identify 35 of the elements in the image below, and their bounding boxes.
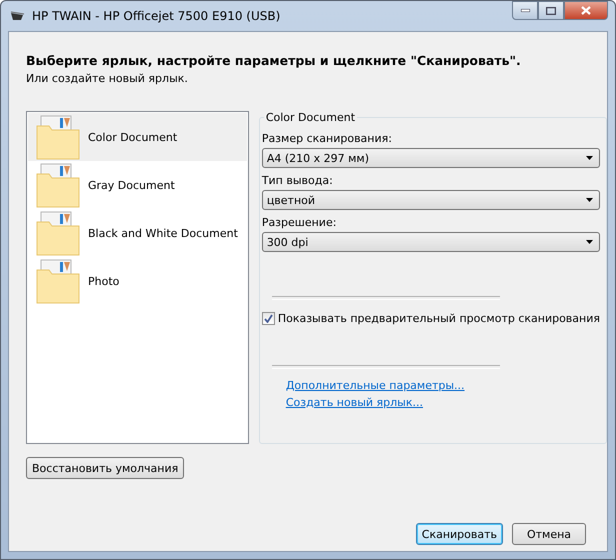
checkbox[interactable]: [262, 312, 275, 325]
dialog-button[interactable]: Сканировать: [416, 523, 503, 545]
link[interactable]: Создать новый ярлык...: [286, 396, 423, 409]
shortcut-label: Photo: [88, 274, 120, 288]
link[interactable]: Дополнительные параметры...: [286, 379, 465, 392]
instruction-heading: Выберите ярлык, настройте параметры и щелкните "Сканировать".: [26, 53, 522, 68]
shortcut-label: Color Document: [88, 130, 178, 144]
group-title: Color Document: [264, 111, 356, 124]
dropdown[interactable]: цветной: [262, 190, 600, 210]
dialog-button[interactable]: Отмена: [512, 523, 586, 545]
dropdown-arrow-icon: [586, 198, 593, 202]
close-icon: [581, 6, 591, 15]
field-label: Тип вывода:: [262, 174, 334, 187]
instruction-text: Или создайте новый ярлык.: [26, 72, 189, 85]
scanner-icon: [10, 10, 26, 22]
folder-icon: [36, 258, 80, 304]
shortcut-label: Gray Document: [88, 178, 175, 192]
minimize-button[interactable]: [512, 1, 538, 20]
shortcut-item[interactable]: Color Document: [28, 113, 247, 161]
field-label: Разрешение:: [262, 216, 338, 229]
dropdown[interactable]: 300 dpi: [262, 232, 600, 252]
minimize-icon: [520, 9, 530, 12]
window-title: HP TWAIN - HP Officejet 7500 E910 (USB): [32, 9, 282, 23]
folder-icon: [36, 210, 80, 256]
restore-defaults-button[interactable]: Восстановить умолчания: [26, 457, 184, 479]
folder-icon: [36, 162, 80, 208]
dropdown-arrow-icon: [586, 240, 593, 244]
close-button[interactable]: [564, 1, 608, 20]
dropdown[interactable]: A4 (210 x 297 мм): [262, 148, 600, 168]
folder-icon: [36, 114, 80, 160]
dropdown-arrow-icon: [586, 156, 593, 160]
shortcut-label: Black and White Document: [88, 226, 238, 240]
maximize-icon: [546, 6, 556, 14]
field-label: Размер сканирования:: [262, 132, 393, 145]
maximize-button[interactable]: [538, 1, 564, 20]
